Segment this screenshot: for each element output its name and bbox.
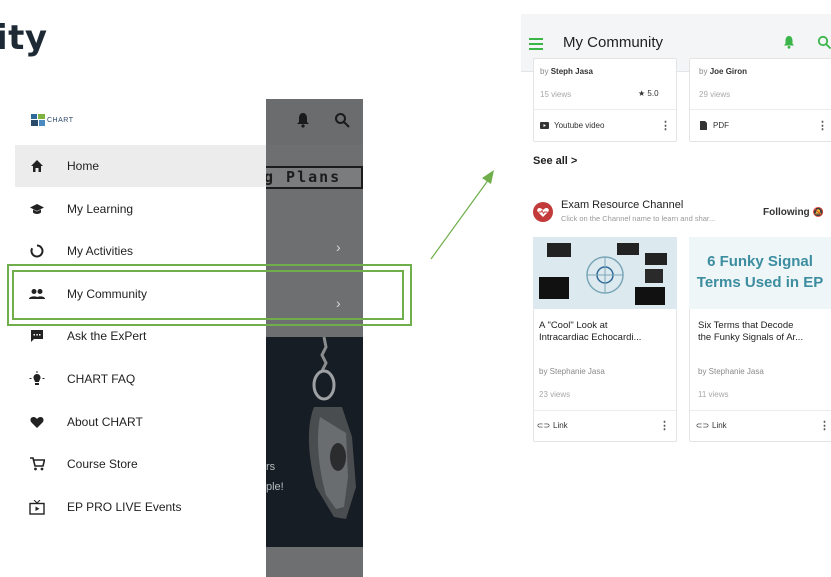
card-type: ⊂⊃ Link (695, 421, 727, 430)
home-icon (29, 158, 45, 174)
logo-mark-icon (31, 114, 45, 126)
card-thumbnail (533, 237, 677, 309)
thumbnail-text-line: Terms Used in EP (696, 274, 824, 291)
divider (690, 410, 831, 411)
menu-label: My Activities (67, 244, 134, 258)
card-author: by Steph Jasa (540, 67, 593, 76)
echo-diagram-image (533, 237, 677, 309)
channel-description: Click on the Channel name to learn and s… (561, 214, 716, 223)
channel-avatar[interactable] (533, 202, 553, 222)
menu-label: My Learning (67, 202, 134, 216)
card-type: Youtube video (540, 121, 604, 130)
card-views: 23 views (539, 390, 571, 399)
divider (690, 109, 831, 110)
menu-label: EP PRO LIVE Events (67, 500, 182, 514)
background-text: ple! (266, 481, 284, 493)
background-app: g Plans › › rs ple! (260, 99, 363, 577)
author-name: Steph Jasa (550, 67, 593, 76)
tv-icon (29, 499, 45, 515)
cart-icon (29, 456, 45, 472)
rating-value: 5.0 (647, 89, 659, 98)
card-type-label: Link (712, 421, 727, 430)
whistle-image (308, 337, 356, 519)
card-type: ⊂⊃ Link (536, 421, 568, 430)
card-title-line: the Funky Signals of Ar... (698, 332, 804, 343)
graduation-cap-icon (29, 201, 45, 217)
more-options-icon[interactable]: ⋮ (659, 419, 670, 432)
author-name: Joe Giron (709, 67, 748, 76)
card-type-label: PDF (713, 121, 729, 130)
menu-label: Home (67, 159, 100, 173)
menu-item-chart-faq[interactable]: CHART FAQ (15, 358, 266, 400)
author-prefix: by (540, 67, 549, 76)
thumbnail-text: 6 Funky Signal Terms Used in EP (689, 251, 831, 293)
card-author: by Joe Giron (699, 67, 747, 76)
menu-hamburger-icon[interactable] (529, 38, 543, 50)
following-button[interactable]: Following 🔕 (763, 207, 824, 218)
card-title-line: A "Cool" Look at (539, 320, 608, 331)
card-views: 15 views (540, 90, 572, 99)
card-views: 11 views (698, 390, 729, 399)
search-icon[interactable] (334, 112, 350, 128)
activity-ring-icon (29, 243, 45, 259)
menu-item-home[interactable]: Home (15, 145, 266, 187)
card-thumbnail: 6 Funky Signal Terms Used in EP (689, 237, 831, 309)
page-title: My Community (563, 34, 664, 51)
heart-pulse-icon (537, 208, 549, 217)
heart-icon (29, 414, 45, 430)
chevron-right-icon: › (336, 239, 341, 255)
logo-text: CHART (47, 116, 74, 124)
following-label: Following (763, 207, 810, 218)
channel-name[interactable]: Exam Resource Channel (561, 199, 683, 211)
menu-item-about-chart[interactable]: About CHART (15, 401, 266, 443)
card-type: PDF (699, 121, 729, 130)
video-icon (540, 122, 549, 130)
more-options-icon[interactable]: ⋮ (819, 419, 830, 432)
divider (534, 109, 676, 110)
background-topbar (266, 99, 363, 145)
lightbulb-icon (29, 371, 45, 387)
more-options-icon[interactable]: ⋮ (660, 119, 671, 132)
bell-off-icon: 🔕 (812, 207, 824, 217)
menu-label: Ask the ExPert (67, 329, 147, 343)
pdf-icon (699, 121, 708, 130)
card-type-label: Link (553, 421, 568, 430)
background-promo: rs ple! (266, 337, 363, 547)
page-heading: ity (0, 18, 48, 58)
see-all-link[interactable]: See all > (533, 155, 577, 167)
left-phone-screenshot: g Plans › › rs ple! CHART Home My Learni… (15, 99, 363, 577)
card-rating: ★ 5.0 (638, 89, 659, 98)
background-banner: g Plans (260, 166, 363, 189)
card-author: by Stephanie Jasa (698, 367, 764, 376)
search-icon[interactable] (817, 35, 831, 49)
menu-label: Course Store (67, 457, 138, 471)
star-icon: ★ (638, 89, 646, 98)
thumbnail-text-line: 6 Funky Signal (707, 253, 813, 270)
card-type-label: Youtube video (554, 121, 605, 130)
card-views: 29 views (699, 90, 731, 99)
content-card[interactable]: by Steph Jasa 15 views ★ 5.0 Youtube vid… (533, 58, 677, 142)
right-phone-screenshot: My Community by Steph Jasa 15 views ★ 5.… (521, 14, 831, 454)
card-title-line: Intracardiac Echocardi... (539, 332, 642, 343)
navigation-drawer: CHART Home My Learning My Activities My … (15, 99, 266, 577)
bell-icon[interactable] (296, 112, 310, 128)
menu-label: CHART FAQ (67, 372, 136, 386)
chat-bubble-icon (29, 328, 45, 344)
background-text: rs (266, 461, 276, 473)
content-card[interactable]: by Joe Giron 29 views PDF ⋮ (689, 58, 831, 142)
link-icon: ⊂⊃ (536, 421, 551, 430)
link-icon: ⊂⊃ (695, 421, 710, 430)
highlight-box-inner (12, 270, 404, 320)
menu-item-my-learning[interactable]: My Learning (15, 188, 266, 230)
menu-item-course-store[interactable]: Course Store (15, 443, 266, 485)
bell-icon[interactable] (783, 35, 795, 49)
author-prefix: by (699, 67, 708, 76)
card-author: by Stephanie Jasa (539, 367, 605, 376)
chart-logo: CHART (31, 111, 79, 129)
menu-item-ep-pro-live-events[interactable]: EP PRO LIVE Events (15, 486, 266, 528)
more-options-icon[interactable]: ⋮ (817, 119, 828, 132)
divider (534, 410, 676, 411)
card-title-line: Six Terms that Decode (698, 320, 794, 331)
menu-label: About CHART (67, 415, 143, 429)
